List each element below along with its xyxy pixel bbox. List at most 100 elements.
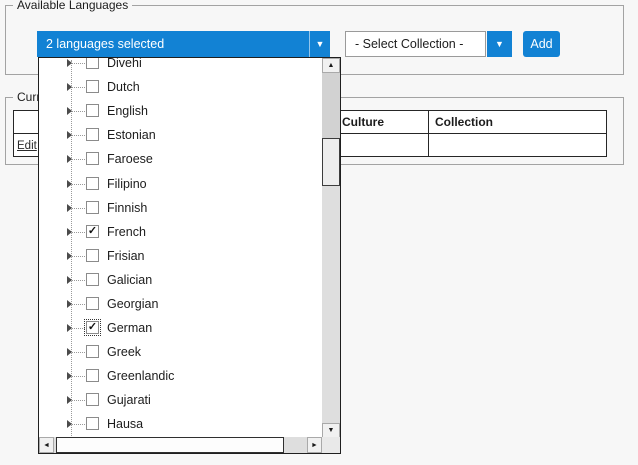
languages-multiselect-combo[interactable]: 2 languages selected ▼ [37,31,330,57]
language-label: Dutch [107,80,140,94]
expand-arrow-icon[interactable] [67,300,72,308]
language-checkbox[interactable] [86,345,99,358]
scrollbar-corner [322,437,340,453]
expand-arrow-icon[interactable] [67,324,72,332]
language-checkbox[interactable]: ✓ [86,225,99,238]
languages-selected-summary: 2 languages selected [37,37,309,51]
settings-page: Available Languages 2 languages selected… [0,0,638,465]
tree-connector-stub [72,232,85,233]
expand-arrow-icon[interactable] [67,180,72,188]
language-label: Finnish [107,201,147,215]
language-checkbox[interactable]: ✓ [86,321,99,334]
expand-arrow-icon[interactable] [67,83,72,91]
available-languages-title: Available Languages [13,0,132,12]
language-label: Georgian [107,297,158,311]
language-label: Divehi [107,58,142,70]
vertical-scroll-track[interactable] [322,73,340,138]
language-label: Faroese [107,152,153,166]
language-tree-item[interactable]: ✓ French [39,220,322,244]
language-checkbox[interactable] [86,417,99,430]
language-label: Galician [107,273,152,287]
language-tree-item[interactable]: Greek [39,340,322,364]
language-tree-item[interactable]: English [39,99,322,123]
language-tree-item[interactable]: Finnish [39,196,322,220]
tree-connector-stub [72,424,85,425]
expand-arrow-icon[interactable] [67,420,72,428]
language-checkbox[interactable] [86,80,99,93]
horizontal-scrollbar[interactable]: ◄ ► [39,437,322,453]
language-tree-item[interactable]: Faroese [39,147,322,171]
tree-connector-stub [72,304,85,305]
expand-arrow-icon[interactable] [67,107,72,115]
language-tree: Divehi Dutch English Estonian Faroese Filipin… [39,58,322,438]
scroll-left-arrow-icon[interactable]: ◄ [39,437,54,453]
language-label: Greenlandic [107,369,174,383]
language-tree-item[interactable]: Frisian [39,244,322,268]
expand-arrow-icon[interactable] [67,204,72,212]
tree-connector-stub [72,184,85,185]
language-label: Frisian [107,249,145,263]
language-checkbox[interactable] [86,201,99,214]
expand-arrow-icon[interactable] [67,372,72,380]
language-tree-item[interactable]: Filipino [39,171,322,195]
language-checkbox[interactable] [86,249,99,262]
table-header-culture: Culture [336,111,429,133]
language-tree-item[interactable]: Divehi [39,58,322,75]
expand-arrow-icon[interactable] [67,396,72,404]
language-label: Gujarati [107,393,151,407]
language-checkbox[interactable] [86,297,99,310]
language-tree-item[interactable]: Dutch [39,75,322,99]
language-checkbox[interactable] [86,273,99,286]
collection-select-value: - Select Collection - [346,37,463,51]
tree-connector-stub [72,376,85,377]
table-cell-collection [429,134,606,157]
language-tree-item[interactable]: Greenlandic [39,364,322,388]
language-tree-item[interactable]: Galician [39,268,322,292]
scroll-right-arrow-icon[interactable]: ► [307,437,322,453]
expand-arrow-icon[interactable] [67,131,72,139]
language-checkbox[interactable] [86,369,99,382]
expand-arrow-icon[interactable] [67,348,72,356]
language-checkbox[interactable] [86,393,99,406]
expand-arrow-icon[interactable] [67,228,72,236]
edit-link[interactable]: Edit [17,140,37,152]
chevron-down-icon[interactable]: ▼ [309,31,330,57]
tree-connector-stub [72,208,85,209]
language-label: French [107,225,146,239]
scroll-up-arrow-icon[interactable]: ▲ [322,58,340,73]
language-checkbox[interactable] [86,177,99,190]
language-dropdown-panel: Divehi Dutch English Estonian Faroese Filipin… [38,57,341,454]
add-button[interactable]: Add [523,31,560,57]
tree-connector-stub [72,63,85,64]
expand-arrow-icon[interactable] [67,276,72,284]
language-tree-item[interactable]: Gujarati [39,388,322,412]
expand-arrow-icon[interactable] [67,252,72,260]
collection-chevron-down-icon[interactable]: ▼ [487,31,512,57]
expand-arrow-icon[interactable] [67,155,72,163]
tree-connector-stub [72,328,85,329]
language-tree-item[interactable]: ✓ German [39,316,322,340]
tree-connector-stub [72,256,85,257]
language-checkbox[interactable] [86,128,99,141]
tree-connector-stub [72,352,85,353]
expand-arrow-icon[interactable] [67,59,72,67]
vertical-scroll-thumb[interactable] [322,138,340,186]
language-tree-item[interactable]: Estonian [39,123,322,147]
language-checkbox[interactable] [86,152,99,165]
tree-connector-stub [72,111,85,112]
vertical-scrollbar[interactable]: ▲ ▼ [322,58,340,438]
language-label: Filipino [107,177,147,191]
language-label: English [107,104,148,118]
language-checkbox[interactable] [86,58,99,69]
language-tree-item[interactable]: Hausa [39,412,322,436]
language-tree-item[interactable]: Georgian [39,292,322,316]
language-checkbox[interactable] [86,104,99,117]
scroll-down-arrow-icon[interactable]: ▼ [322,423,340,438]
collection-select[interactable]: - Select Collection - [345,31,486,57]
language-label: Greek [107,345,141,359]
language-label: German [107,321,152,335]
table-header-collection: Collection [429,111,606,133]
tree-connector-stub [72,400,85,401]
horizontal-scroll-thumb[interactable] [56,437,284,453]
tree-connector-stub [72,159,85,160]
